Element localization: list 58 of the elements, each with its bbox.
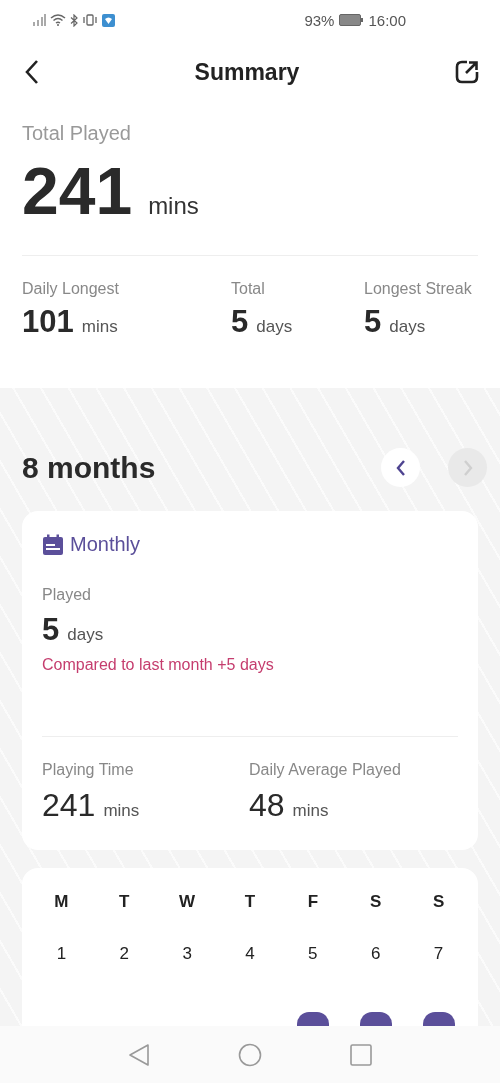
- calendar-day[interactable]: 4: [239, 936, 261, 972]
- card-title: Monthly: [70, 533, 141, 556]
- clock: 16:00: [368, 11, 406, 29]
- total-value: 241: [22, 153, 133, 229]
- stat-label: Total: [231, 280, 266, 298]
- back-nav-icon[interactable]: [128, 1042, 150, 1067]
- calendar-day[interactable]: 7: [427, 936, 450, 972]
- chevron-left-icon: [394, 458, 407, 477]
- metric-value: 241: [42, 787, 96, 824]
- app-icon: [102, 13, 115, 27]
- calendar-day[interactable]: 3: [176, 936, 198, 972]
- signal-icon: [32, 14, 46, 26]
- stat-value: 101: [22, 304, 74, 340]
- calendar-day[interactable]: 2: [113, 936, 135, 972]
- metric-value: 48: [249, 787, 285, 824]
- played-unit: days: [67, 625, 104, 645]
- metric-label: Daily Average Played: [249, 761, 402, 779]
- battery-icon: [339, 14, 364, 26]
- total-unit: mins: [148, 192, 199, 220]
- calendar-day[interactable]: 6: [364, 936, 387, 972]
- back-icon[interactable]: [24, 59, 40, 85]
- weekday-label: W: [179, 891, 196, 913]
- calendar-icon: [42, 533, 64, 556]
- period-title: 8 months: [22, 450, 156, 485]
- vibrate-icon: [82, 14, 98, 26]
- page-title: Summary: [194, 58, 300, 86]
- metric-unit: mins: [103, 801, 140, 821]
- stat-unit: mins: [81, 317, 118, 337]
- metric-unit: mins: [292, 801, 329, 821]
- weekday-label: T: [244, 891, 256, 913]
- share-icon[interactable]: [454, 59, 480, 85]
- weekday-label: S: [370, 891, 382, 913]
- stat-value: 5: [364, 304, 382, 340]
- played-label: Played: [42, 586, 92, 604]
- calendar-day[interactable]: 1: [50, 936, 73, 972]
- stat-unit: days: [256, 317, 293, 337]
- battery-percent: 93%: [304, 11, 335, 29]
- weekday-label: M: [54, 891, 69, 913]
- weekday-label: T: [119, 891, 130, 913]
- wifi-icon: [50, 14, 66, 26]
- comparison-text: Compared to last month +5 days: [42, 656, 275, 674]
- calendar-day[interactable]: 5: [302, 936, 324, 972]
- stat-label: Daily Longest: [22, 280, 120, 298]
- played-day-marker[interactable]: [359, 1012, 392, 1026]
- weekday-label: S: [432, 891, 445, 913]
- stat-value: 5: [231, 304, 249, 340]
- stat-unit: days: [389, 317, 426, 337]
- metric-label: Playing Time: [42, 761, 135, 779]
- total-label: Total Played: [22, 122, 132, 145]
- weekday-label: F: [307, 891, 319, 913]
- home-nav-icon[interactable]: [238, 1042, 262, 1067]
- bluetooth-icon: [70, 13, 78, 27]
- played-day-marker[interactable]: [296, 1012, 329, 1026]
- chevron-right-icon: [461, 458, 474, 477]
- played-day-marker[interactable]: [422, 1012, 455, 1026]
- stat-label: Longest Streak: [364, 280, 473, 298]
- previous-button[interactable]: [381, 448, 420, 487]
- played-value: 5: [42, 612, 60, 648]
